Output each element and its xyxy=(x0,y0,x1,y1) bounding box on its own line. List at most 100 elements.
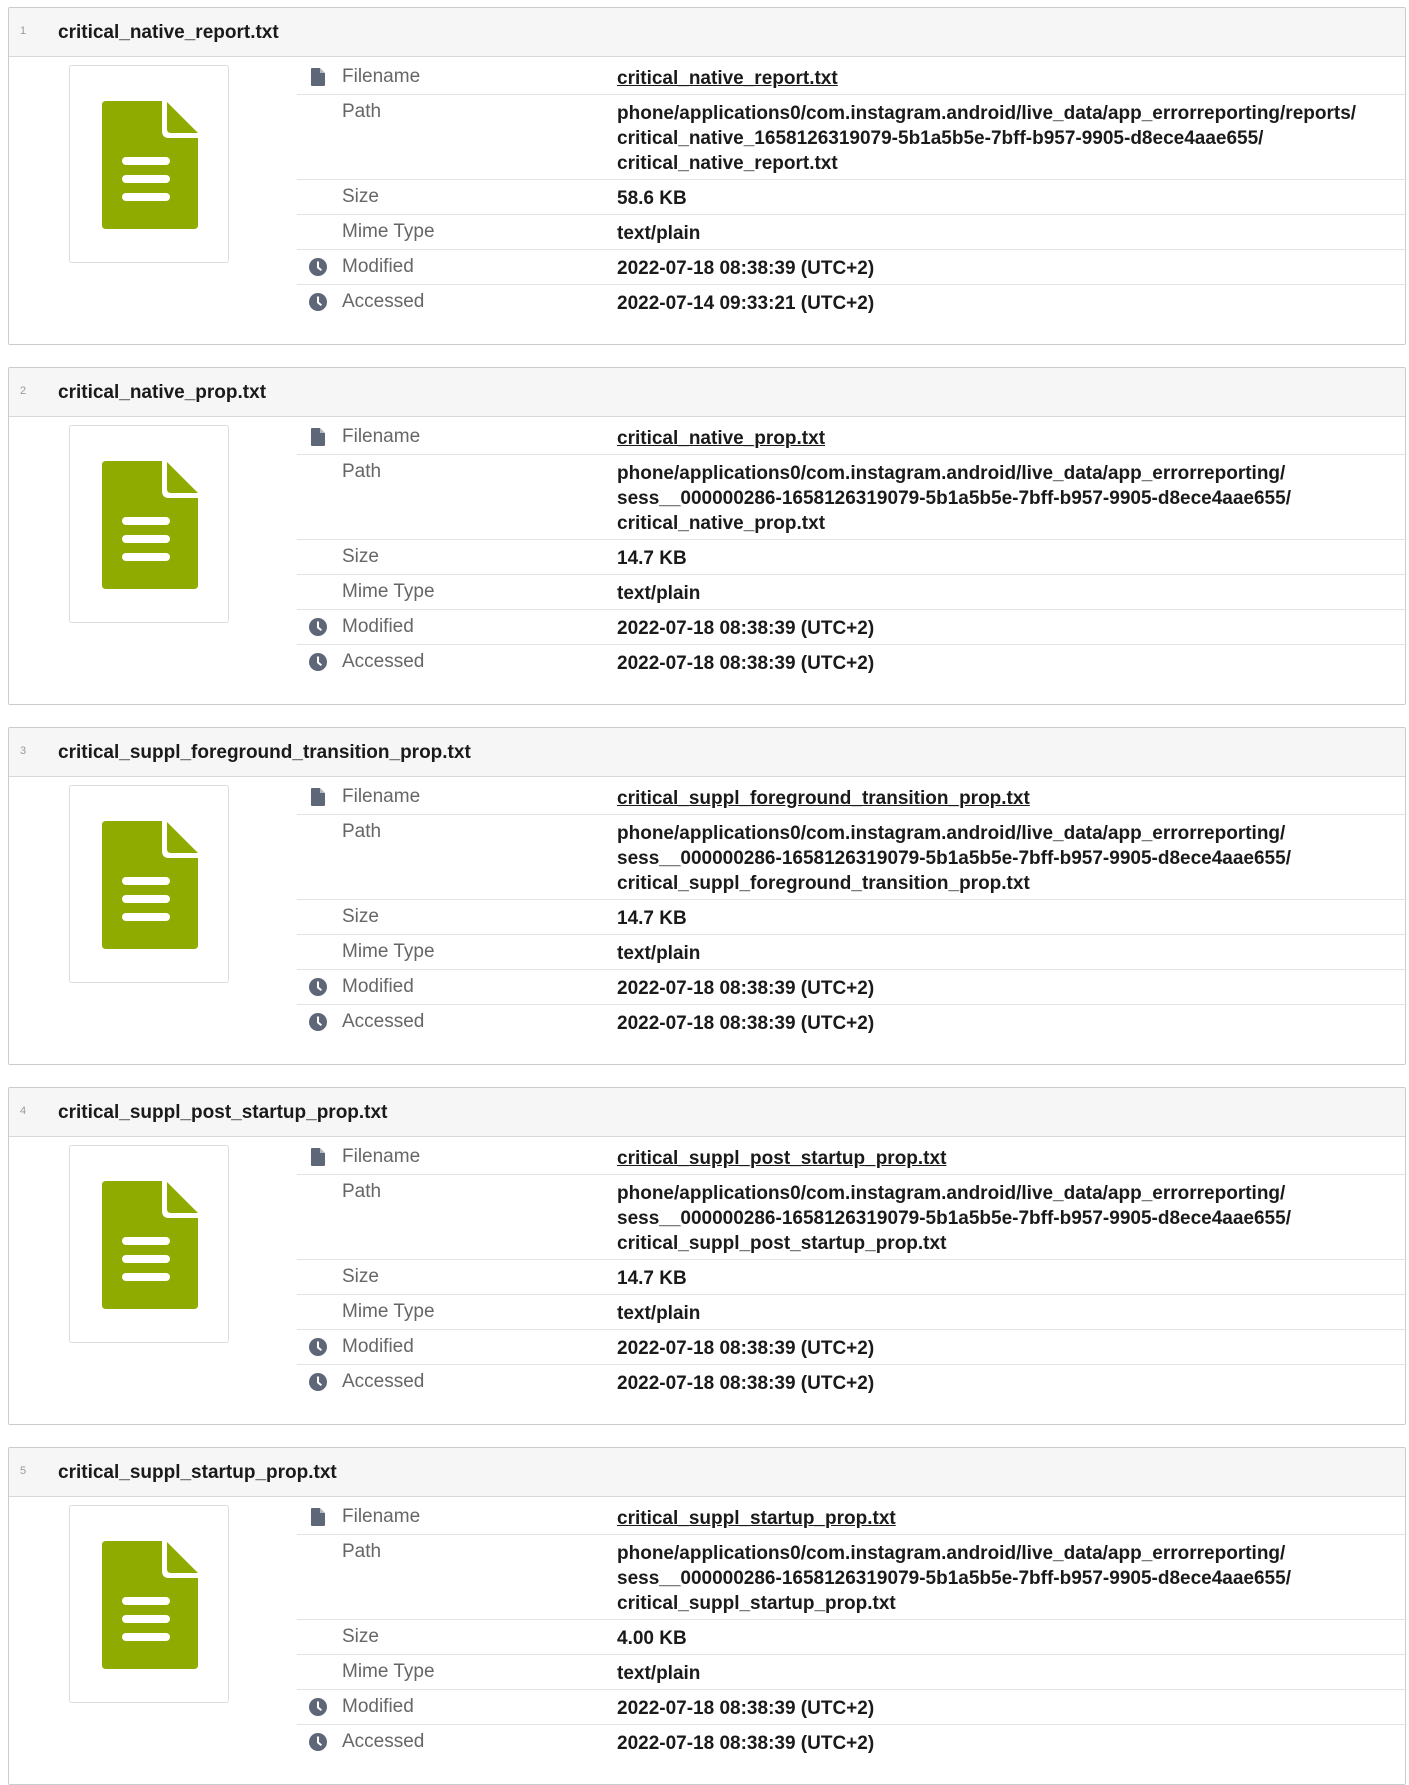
file-icon xyxy=(311,788,325,806)
text-file-icon xyxy=(102,101,198,229)
path-line: critical_suppl_post_startup_prop.txt xyxy=(617,1233,947,1254)
size-label: Size xyxy=(342,906,379,927)
filename-label: Filename xyxy=(342,1146,421,1167)
file-icon xyxy=(311,68,325,86)
file-title: critical_native_report.txt xyxy=(58,22,279,43)
path-line: phone/applications0/com.instagram.androi… xyxy=(617,103,1357,124)
mime-value: text/plain xyxy=(617,223,701,244)
clock-icon xyxy=(309,1373,327,1391)
file-title: critical_suppl_post_startup_prop.txt xyxy=(58,1102,388,1123)
modified-label: Modified xyxy=(342,976,414,997)
accessed-row: Accessed 2022-07-18 08:38:39 (UTC+2) xyxy=(297,1725,1407,1760)
modified-label: Modified xyxy=(342,256,414,277)
file-properties: Filename critical_suppl_foreground_trans… xyxy=(297,780,1407,1040)
mime-label: Mime Type xyxy=(342,1661,435,1682)
path-label: Path xyxy=(342,101,382,122)
mime-row: Mime Type text/plain xyxy=(297,1655,1407,1690)
file-card-header: 4 critical_suppl_post_startup_prop.txt xyxy=(9,1088,1405,1137)
modified-row: Modified 2022-07-18 08:38:39 (UTC+2) xyxy=(297,610,1407,645)
filename-label: Filename xyxy=(342,786,421,807)
clock-icon xyxy=(309,1013,327,1031)
file-index: 4 xyxy=(20,1105,27,1117)
file-properties: Filename critical_native_report.txt Path… xyxy=(297,60,1407,320)
clock-icon xyxy=(309,1338,327,1356)
mime-label: Mime Type xyxy=(342,1301,435,1322)
modified-label: Modified xyxy=(342,1336,414,1357)
file-properties: Filename critical_suppl_post_startup_pro… xyxy=(297,1140,1407,1400)
accessed-value: 2022-07-18 08:38:39 (UTC+2) xyxy=(617,1733,875,1754)
file-thumbnail[interactable] xyxy=(69,1145,229,1343)
file-card-header: 1 critical_native_report.txt xyxy=(9,8,1405,57)
path-line: sess__000000286-1658126319079-5b1a5b5e-7… xyxy=(617,488,1291,509)
filename-link[interactable]: critical_native_prop.txt xyxy=(617,428,825,449)
file-card-header: 5 critical_suppl_startup_prop.txt xyxy=(9,1448,1405,1497)
accessed-label: Accessed xyxy=(342,651,425,672)
mime-row: Mime Type text/plain xyxy=(297,215,1407,250)
path-line: critical_suppl_startup_prop.txt xyxy=(617,1593,896,1614)
accessed-row: Accessed 2022-07-18 08:38:39 (UTC+2) xyxy=(297,1365,1407,1400)
path-row: Path phone/applications0/com.instagram.a… xyxy=(297,815,1407,900)
filename-row: Filename critical_native_prop.txt xyxy=(297,420,1407,455)
file-card-header: 2 critical_native_prop.txt xyxy=(9,368,1405,417)
mime-label: Mime Type xyxy=(342,221,435,242)
accessed-value: 2022-07-14 09:33:21 (UTC+2) xyxy=(617,293,875,314)
file-title: critical_native_prop.txt xyxy=(58,382,267,403)
modified-row: Modified 2022-07-18 08:38:39 (UTC+2) xyxy=(297,1330,1407,1365)
accessed-label: Accessed xyxy=(342,1731,425,1752)
path-line: sess__000000286-1658126319079-5b1a5b5e-7… xyxy=(617,1568,1291,1589)
clock-icon xyxy=(309,1698,327,1716)
file-card-header: 3 critical_suppl_foreground_transition_p… xyxy=(9,728,1405,777)
accessed-row: Accessed 2022-07-18 08:38:39 (UTC+2) xyxy=(297,1005,1407,1040)
mime-value: text/plain xyxy=(617,1663,701,1684)
filename-link[interactable]: critical_native_report.txt xyxy=(617,68,838,89)
modified-label: Modified xyxy=(342,1696,414,1717)
mime-value: text/plain xyxy=(617,583,701,604)
file-thumbnail[interactable] xyxy=(69,425,229,623)
mime-value: text/plain xyxy=(617,1303,701,1324)
modified-row: Modified 2022-07-18 08:38:39 (UTC+2) xyxy=(297,1690,1407,1725)
text-file-icon xyxy=(102,821,198,949)
accessed-row: Accessed 2022-07-14 09:33:21 (UTC+2) xyxy=(297,285,1407,320)
filename-label: Filename xyxy=(342,66,421,87)
mime-row: Mime Type text/plain xyxy=(297,575,1407,610)
path-row: Path phone/applications0/com.instagram.a… xyxy=(297,1535,1407,1620)
modified-value: 2022-07-18 08:38:39 (UTC+2) xyxy=(617,1698,875,1719)
filename-row: Filename critical_suppl_foreground_trans… xyxy=(297,780,1407,815)
modified-value: 2022-07-18 08:38:39 (UTC+2) xyxy=(617,1338,875,1359)
filename-link[interactable]: critical_suppl_foreground_transition_pro… xyxy=(617,788,1030,809)
path-line: phone/applications0/com.instagram.androi… xyxy=(617,823,1286,844)
text-file-icon xyxy=(102,1181,198,1309)
size-row: Size 14.7 KB xyxy=(297,1260,1407,1295)
file-icon xyxy=(311,1148,325,1166)
path-line: phone/applications0/com.instagram.androi… xyxy=(617,1183,1286,1204)
path-value: phone/applications0/com.instagram.androi… xyxy=(617,1175,1407,1262)
filename-link[interactable]: critical_suppl_startup_prop.txt xyxy=(617,1508,896,1529)
filename-label: Filename xyxy=(342,426,421,447)
file-thumbnail[interactable] xyxy=(69,65,229,263)
path-line: sess__000000286-1658126319079-5b1a5b5e-7… xyxy=(617,1208,1291,1229)
file-index: 5 xyxy=(20,1465,27,1477)
size-value: 58.6 KB xyxy=(617,188,687,209)
size-value: 4.00 KB xyxy=(617,1628,687,1649)
accessed-value: 2022-07-18 08:38:39 (UTC+2) xyxy=(617,1013,875,1034)
path-line: critical_native_1658126319079-5b1a5b5e-7… xyxy=(617,128,1264,149)
modified-value: 2022-07-18 08:38:39 (UTC+2) xyxy=(617,978,875,999)
path-line: critical_suppl_foreground_transition_pro… xyxy=(617,873,1030,894)
path-row: Path phone/applications0/com.instagram.a… xyxy=(297,455,1407,540)
mime-row: Mime Type text/plain xyxy=(297,1295,1407,1330)
size-label: Size xyxy=(342,1266,379,1287)
file-thumbnail[interactable] xyxy=(69,785,229,983)
mime-row: Mime Type text/plain xyxy=(297,935,1407,970)
file-card: 2 critical_native_prop.txt Filename crit… xyxy=(8,367,1407,705)
path-row: Path phone/applications0/com.instagram.a… xyxy=(297,95,1407,180)
accessed-value: 2022-07-18 08:38:39 (UTC+2) xyxy=(617,1373,875,1394)
file-properties: Filename critical_native_prop.txt Path p… xyxy=(297,420,1407,680)
clock-icon xyxy=(309,1733,327,1751)
filename-link[interactable]: critical_suppl_post_startup_prop.txt xyxy=(617,1148,946,1169)
file-card: 1 critical_native_report.txt Filename cr… xyxy=(8,7,1407,345)
file-card: 5 critical_suppl_startup_prop.txt Filena… xyxy=(8,1447,1407,1785)
path-line: phone/applications0/com.instagram.androi… xyxy=(617,1543,1286,1564)
mime-label: Mime Type xyxy=(342,941,435,962)
file-thumbnail[interactable] xyxy=(69,1505,229,1703)
size-label: Size xyxy=(342,186,379,207)
